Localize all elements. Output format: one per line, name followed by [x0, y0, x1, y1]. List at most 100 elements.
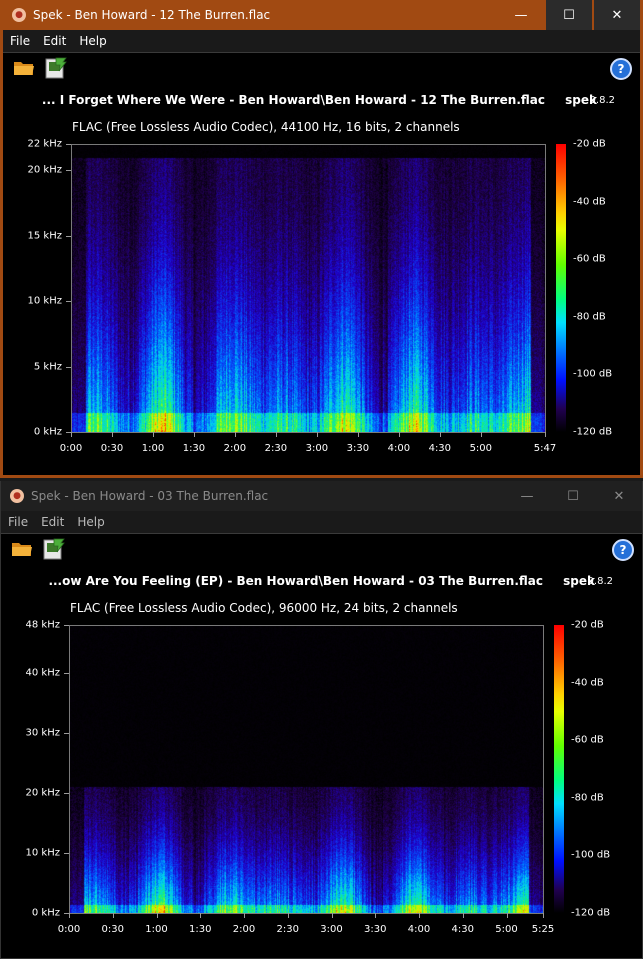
x-axis-tick-label: 1:00 [141, 443, 165, 454]
x-axis-tick [419, 913, 421, 918]
x-axis-tick-label: 4:00 [407, 924, 431, 935]
db-scale-label: -80 dB [573, 311, 606, 323]
title-bar[interactable]: ● Spek - Ben Howard - 12 The Burren.flac… [3, 0, 640, 30]
x-axis-tick [244, 913, 245, 918]
menu-help[interactable]: Help [77, 515, 104, 529]
x-axis-tick [287, 913, 289, 918]
x-axis-tick [480, 432, 482, 437]
db-scale-label: -60 dB [571, 734, 604, 746]
menu-help[interactable]: Help [79, 34, 106, 48]
y-axis-tick-label: 40 kHz [25, 667, 60, 679]
file-title: ... I Forget Where We Were - Ben Howard\… [41, 93, 545, 107]
toolbar: ? [3, 53, 640, 83]
spek-app-icon: ● [10, 489, 24, 503]
y-axis-tick [64, 853, 69, 854]
spectrogram-panel: ...ow Are You Feeling (EP) - Ben Howard\… [1, 564, 641, 954]
y-axis-tick-label: 20 kHz [25, 787, 60, 799]
x-axis-tick-label: 5:47 [533, 443, 557, 454]
x-axis-tick-label: 4:30 [428, 443, 452, 454]
file-title: ...ow Are You Feeling (EP) - Ben Howard\… [48, 574, 543, 588]
x-axis-tick-label: 1:00 [145, 924, 168, 935]
y-axis-tick-label: 10 kHz [25, 847, 60, 859]
x-axis-tick [316, 432, 318, 437]
x-axis-tick-label: 0:00 [57, 924, 81, 935]
x-axis-tick [111, 432, 113, 437]
db-scale-label: -120 dB [571, 907, 611, 919]
y-axis-tick-label: 30 kHz [25, 727, 60, 739]
x-axis-tick [156, 913, 158, 918]
minimize-button[interactable]: — [498, 0, 544, 30]
x-axis-tick-label: 3:30 [346, 443, 370, 454]
open-folder-icon[interactable] [13, 59, 35, 76]
save-spectrogram-icon[interactable] [42, 538, 66, 560]
db-scale-bar [554, 625, 564, 913]
close-button[interactable]: ✕ [594, 0, 640, 30]
x-axis-tick [71, 432, 72, 437]
x-axis-tick-label: 4:00 [387, 443, 411, 454]
x-axis-tick [462, 913, 464, 918]
y-axis-tick [64, 625, 69, 626]
y-axis-tick-label: 48 kHz [25, 619, 60, 631]
x-axis-tick-label: 2:30 [264, 443, 288, 454]
window-title: Spek - Ben Howard - 12 The Burren.flac [33, 8, 271, 22]
close-button[interactable]: ✕ [596, 481, 642, 511]
maximize-button[interactable]: ☐ [550, 481, 596, 511]
y-axis-tick-label: 10 kHz [27, 295, 62, 307]
db-scale-bar [556, 144, 566, 432]
x-axis-tick-label: 3:00 [305, 443, 329, 454]
db-scale-label: -120 dB [573, 426, 613, 438]
x-axis-tick-label: 3:00 [320, 924, 343, 935]
title-bar[interactable]: ● Spek - Ben Howard - 03 The Burren.flac… [1, 481, 642, 511]
y-axis-tick [66, 366, 71, 368]
help-icon[interactable]: ? [610, 58, 632, 80]
menu-file[interactable]: File [8, 515, 28, 529]
menu-edit[interactable]: Edit [43, 34, 66, 48]
x-axis-tick [545, 432, 546, 437]
spectrogram [69, 625, 543, 913]
menu-file[interactable]: File [10, 34, 30, 48]
x-axis-tick [193, 432, 195, 437]
x-axis-tick-label: 1:30 [182, 443, 206, 454]
menu-bar: File Edit Help [1, 511, 642, 534]
x-axis-tick-label: 0:00 [59, 443, 83, 454]
x-axis-tick-label: 0:30 [101, 924, 124, 935]
menu-edit[interactable]: Edit [41, 515, 64, 529]
x-axis-tick-label: 1:30 [189, 924, 212, 935]
x-axis-tick [357, 432, 359, 437]
y-axis-tick [66, 235, 71, 237]
x-axis-tick [375, 913, 377, 918]
y-axis-tick-label: 22 kHz [27, 138, 62, 150]
db-scale-label: -80 dB [571, 792, 604, 804]
spek-app-icon: ● [12, 8, 26, 22]
window-title: Spek - Ben Howard - 03 The Burren.flac [31, 489, 269, 503]
y-axis-tick [66, 301, 71, 303]
spectrogram [71, 144, 545, 432]
x-axis-tick [112, 913, 114, 918]
spek-window-1: ● Spek - Ben Howard - 12 The Burren.flac… [0, 0, 643, 478]
spectrogram-panel: ... I Forget Where We Were - Ben Howard\… [3, 83, 640, 473]
db-scale-label: -40 dB [573, 196, 606, 208]
y-axis-tick-label: 15 kHz [27, 230, 62, 242]
toolbar: ? [1, 534, 642, 564]
open-folder-icon[interactable] [11, 540, 33, 557]
x-axis-tick [543, 913, 544, 918]
x-axis-tick [506, 913, 508, 918]
db-scale-label: -100 dB [573, 368, 613, 380]
file-info: FLAC (Free Lossless Audio Codec), 96000 … [70, 601, 458, 615]
x-axis-tick-label: 0:30 [100, 443, 124, 454]
y-axis-tick [66, 144, 71, 145]
x-axis-tick [152, 432, 154, 437]
minimize-button[interactable]: — [504, 481, 550, 511]
x-axis-tick-label: 2:00 [223, 443, 247, 454]
x-axis-tick [439, 432, 441, 437]
x-axis-tick-label: 4:30 [451, 924, 475, 935]
x-axis-tick-label: 2:00 [232, 924, 256, 935]
save-spectrogram-icon[interactable] [44, 57, 68, 79]
y-axis-tick [66, 170, 71, 172]
help-icon[interactable]: ? [612, 539, 634, 561]
y-axis-tick [64, 673, 69, 674]
maximize-button[interactable]: ☐ [546, 0, 592, 30]
x-axis-tick [275, 432, 277, 437]
db-scale-label: -60 dB [573, 253, 606, 265]
db-scale-label: -100 dB [571, 849, 611, 861]
